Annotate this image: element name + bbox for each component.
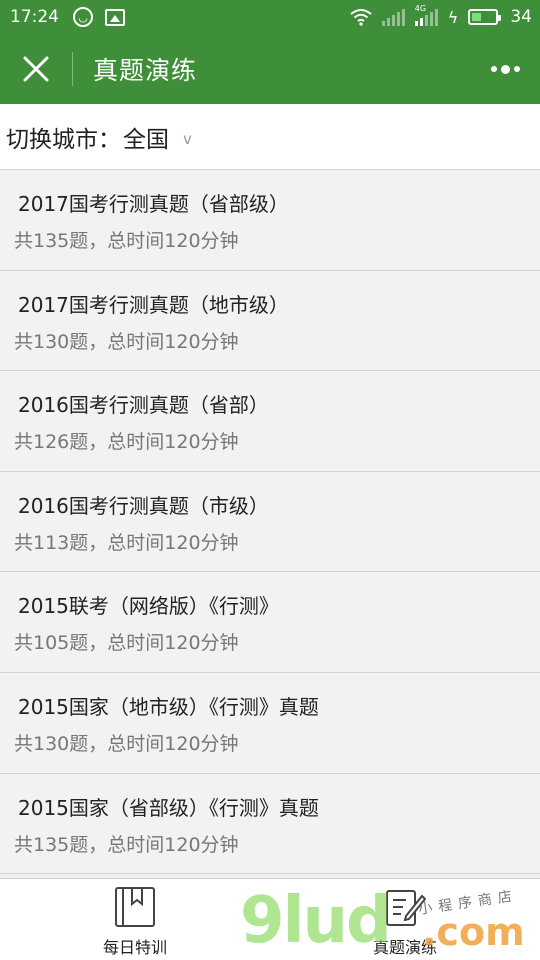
tab-exam-practice[interactable]: 真题演练 — [270, 879, 540, 960]
list-item[interactable]: 2017国考行测真题（地市级） 共130题，总时间120分钟 — [0, 270, 540, 372]
image-notification-icon — [105, 8, 125, 26]
close-button[interactable] — [0, 34, 72, 104]
battery-level: 34 — [510, 7, 532, 27]
status-right-icons: 4G ϟ 34 — [350, 4, 532, 27]
more-dot-icon — [490, 66, 497, 72]
exam-meta: 共135题，总时间120分钟 — [14, 230, 239, 252]
header-divider — [72, 52, 73, 86]
exam-title: 2016国考行测真题（省部） — [18, 393, 269, 418]
city-value: 全国 — [123, 126, 169, 153]
exam-title: 2016国考行测真题（市级） — [18, 493, 269, 518]
exam-title: 2015联考（网络版）《行测》 — [18, 594, 279, 619]
tab-label: 每日特训 — [102, 938, 167, 957]
more-dot-icon — [513, 66, 520, 72]
exam-meta: 共126题，总时间120分钟 — [14, 431, 239, 454]
list-item[interactable]: 2015国家（地市级）《行测》真题 共130题，总时间120分钟 — [0, 672, 540, 774]
exam-title: 2017国考行测真题（地市级） — [18, 292, 289, 317]
status-bar: 17:24 ◡ 4G ϟ 34 — [0, 0, 540, 34]
status-time: 17:24 — [10, 7, 59, 27]
list-item[interactable]: 2015联考（网络版）《行测》 共105题，总时间120分钟 — [0, 572, 540, 673]
exam-meta: 共113题，总时间120分钟 — [14, 531, 239, 554]
list-item[interactable]: 2016国考行测真题（省部） 共126题，总时间120分钟 — [0, 371, 540, 472]
bookmark-book-icon — [115, 887, 155, 927]
edit-document-icon — [386, 890, 426, 926]
bottom-tab-bar: 每日特训 真题演练 — [0, 878, 540, 960]
battery-icon — [468, 9, 502, 25]
exam-list: 2017国考行测真题（省部级） 共135题，总时间120分钟 2017国考行测真… — [0, 170, 540, 875]
close-icon — [23, 56, 49, 82]
page-title: 真题演练 — [93, 56, 198, 85]
header-bar: 真题演练 — [0, 34, 540, 104]
exam-meta: 共130题，总时间120分钟 — [14, 330, 239, 353]
exam-meta: 共135题，总时间120分钟 — [14, 833, 239, 856]
network-type-tag: 4G — [414, 4, 427, 13]
list-item[interactable]: 2015国家（省部级）《行测》真题 共135题，总时间120分钟 — [0, 773, 540, 875]
exam-title: 2015国家（省部级）《行测》真题 — [18, 795, 319, 820]
more-dot-icon — [500, 64, 510, 74]
city-label: 切换城市： — [6, 126, 121, 153]
signal-sim2-icon: 4G — [414, 4, 438, 26]
city-switcher[interactable]: 切换城市： 全国 v — [0, 104, 540, 170]
signal-sim1-icon — [381, 8, 405, 26]
exam-meta: 共105题，总时间120分钟 — [14, 632, 239, 655]
list-item[interactable]: 2016国考行测真题（市级） 共113题，总时间120分钟 — [0, 471, 540, 573]
tab-label: 真题演练 — [372, 938, 437, 957]
exam-meta: 共130题，总时间120分钟 — [14, 732, 239, 755]
exam-title: 2017国考行测真题（省部级） — [18, 192, 289, 216]
notification-app-icon: ◡ — [73, 7, 93, 27]
list-item[interactable]: 2017国考行测真题（省部级） 共135题，总时间120分钟 — [0, 170, 540, 271]
status-left-icons: ◡ — [73, 7, 125, 27]
tab-daily-training[interactable]: 每日特训 — [0, 879, 270, 960]
more-options-button[interactable] — [470, 34, 540, 104]
chevron-down-icon: v — [183, 129, 192, 148]
charging-bolt-icon: ϟ — [447, 7, 459, 27]
exam-title: 2015国家（地市级）《行测》真题 — [18, 694, 319, 719]
wifi-icon — [350, 9, 372, 26]
